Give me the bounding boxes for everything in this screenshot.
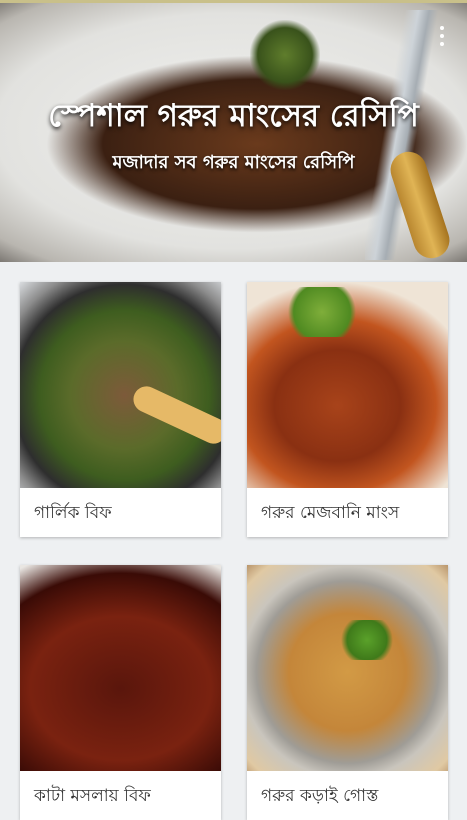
app-title: স্পেশাল গরুর মাংসের রেসিপি xyxy=(48,98,419,134)
spoon-image xyxy=(129,382,221,448)
more-vert-icon[interactable] xyxy=(439,26,445,46)
mint-garnish xyxy=(282,287,362,337)
recipe-image xyxy=(247,282,448,488)
recipe-title: গার্লিক বিফ xyxy=(34,503,112,523)
app-subtitle: মজাদার সব গরুর মাংসের রেসিপি xyxy=(112,152,355,173)
herb-garnish xyxy=(250,20,320,90)
status-strip xyxy=(0,0,467,3)
recipe-card[interactable]: গার্লিক বিফ xyxy=(20,282,221,537)
recipe-title: গরুর মেজবানি মাংস xyxy=(261,503,400,523)
recipe-image xyxy=(20,565,221,771)
recipe-image xyxy=(20,282,221,488)
recipe-card[interactable]: গরুর কড়াই গোস্ত xyxy=(247,565,448,820)
recipe-card[interactable]: গরুর মেজবানি মাংস xyxy=(247,282,448,537)
recipe-title: গরুর কড়াই গোস্ত xyxy=(261,786,379,806)
recipe-image xyxy=(247,565,448,771)
coriander-garnish xyxy=(337,620,397,660)
recipe-title: কাটা মসলায় বিফ xyxy=(34,786,151,806)
header-banner: স্পেশাল গরুর মাংসের রেসিপি মজাদার সব গরু… xyxy=(0,0,467,262)
recipe-card[interactable]: কাটা মসলায় বিফ xyxy=(20,565,221,820)
